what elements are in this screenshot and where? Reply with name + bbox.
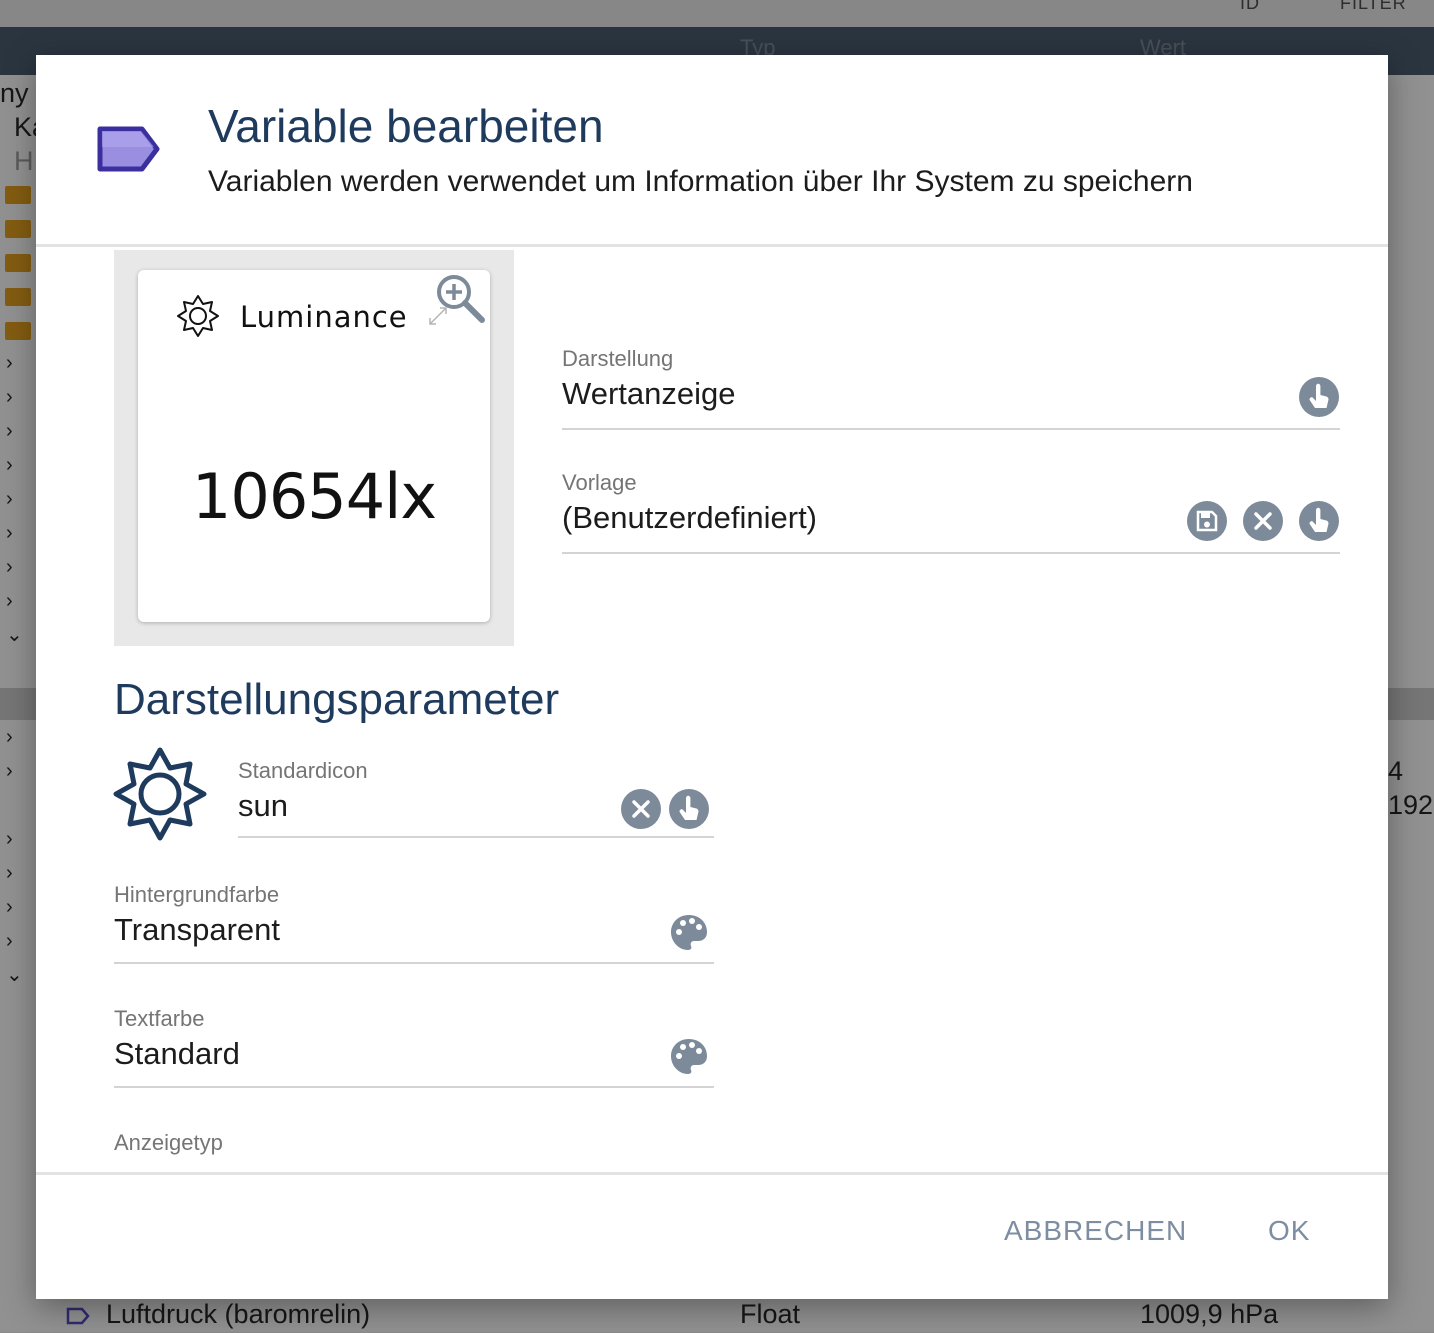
field-value: (Benutzerdefiniert): [562, 500, 818, 535]
standardicon-field[interactable]: Standardicon sun: [238, 758, 714, 838]
anzeigetyp-field[interactable]: Anzeigetyp: [114, 1130, 714, 1172]
select-icon-button[interactable]: [668, 788, 710, 830]
preview-area: Luminance 10654lx: [114, 250, 514, 646]
preview-name: Luminance: [240, 300, 408, 334]
dialog-subtitle: Variablen werden verwendet um Informatio…: [208, 165, 1193, 198]
save-template-button[interactable]: [1186, 500, 1228, 542]
edit-variable-dialog: Variable bearbeiten Variablen werden ver…: [36, 55, 1388, 1299]
preview-value: 10654lx: [191, 460, 437, 533]
dialog-body[interactable]: Luminance 10654lx Darstellung Wertanzeig…: [36, 250, 1388, 1172]
expand-icon[interactable]: [426, 304, 450, 328]
textfarbe-field[interactable]: Textfarbe Standard: [114, 1006, 714, 1088]
field-value: Wertanzeige: [562, 376, 736, 411]
color-picker-button[interactable]: [668, 912, 710, 954]
sun-icon: [177, 295, 219, 337]
select-template-button[interactable]: [1298, 500, 1340, 542]
cancel-button[interactable]: ABBRECHEN: [1004, 1215, 1187, 1247]
sun-icon: [113, 747, 207, 841]
hand-pointer-icon: [669, 789, 709, 829]
close-icon: [621, 789, 661, 829]
field-label: Standardicon: [238, 758, 368, 783]
field-value: Standard: [114, 1036, 240, 1071]
color-picker-button[interactable]: [668, 1036, 710, 1078]
close-icon: [1243, 501, 1283, 541]
hintergrundfarbe-field[interactable]: Hintergrundfarbe Transparent: [114, 882, 714, 964]
save-icon: [1187, 501, 1227, 541]
preview-card[interactable]: Luminance 10654lx: [138, 270, 490, 622]
clear-icon-button[interactable]: [620, 788, 662, 830]
palette-icon: [671, 915, 707, 950]
field-label: Anzeigetyp: [114, 1130, 223, 1155]
hand-pointer-icon: [1299, 501, 1339, 541]
field-label: Darstellung: [562, 346, 674, 371]
ok-button[interactable]: OK: [1268, 1215, 1310, 1247]
field-label: Hintergrundfarbe: [114, 882, 280, 907]
hand-pointer-icon: [1299, 377, 1339, 417]
field-value: Transparent: [114, 912, 280, 947]
palette-icon: [671, 1039, 707, 1074]
dialog-header: Variable bearbeiten Variablen werden ver…: [36, 55, 1388, 247]
select-button[interactable]: [1298, 376, 1340, 418]
dialog-footer: ABBRECHEN OK: [36, 1172, 1388, 1299]
section-title: Darstellungsparameter: [114, 675, 560, 724]
field-value: sun: [238, 788, 288, 823]
darstellung-field[interactable]: Darstellung Wertanzeige: [562, 346, 1340, 430]
vorlage-field[interactable]: Vorlage (Benutzerdefiniert): [562, 470, 1340, 554]
dialog-title: Variable bearbeiten: [208, 100, 604, 152]
tag-icon: [97, 126, 160, 172]
field-label: Textfarbe: [114, 1006, 205, 1031]
clear-template-button[interactable]: [1242, 500, 1284, 542]
field-label: Vorlage: [562, 470, 637, 495]
